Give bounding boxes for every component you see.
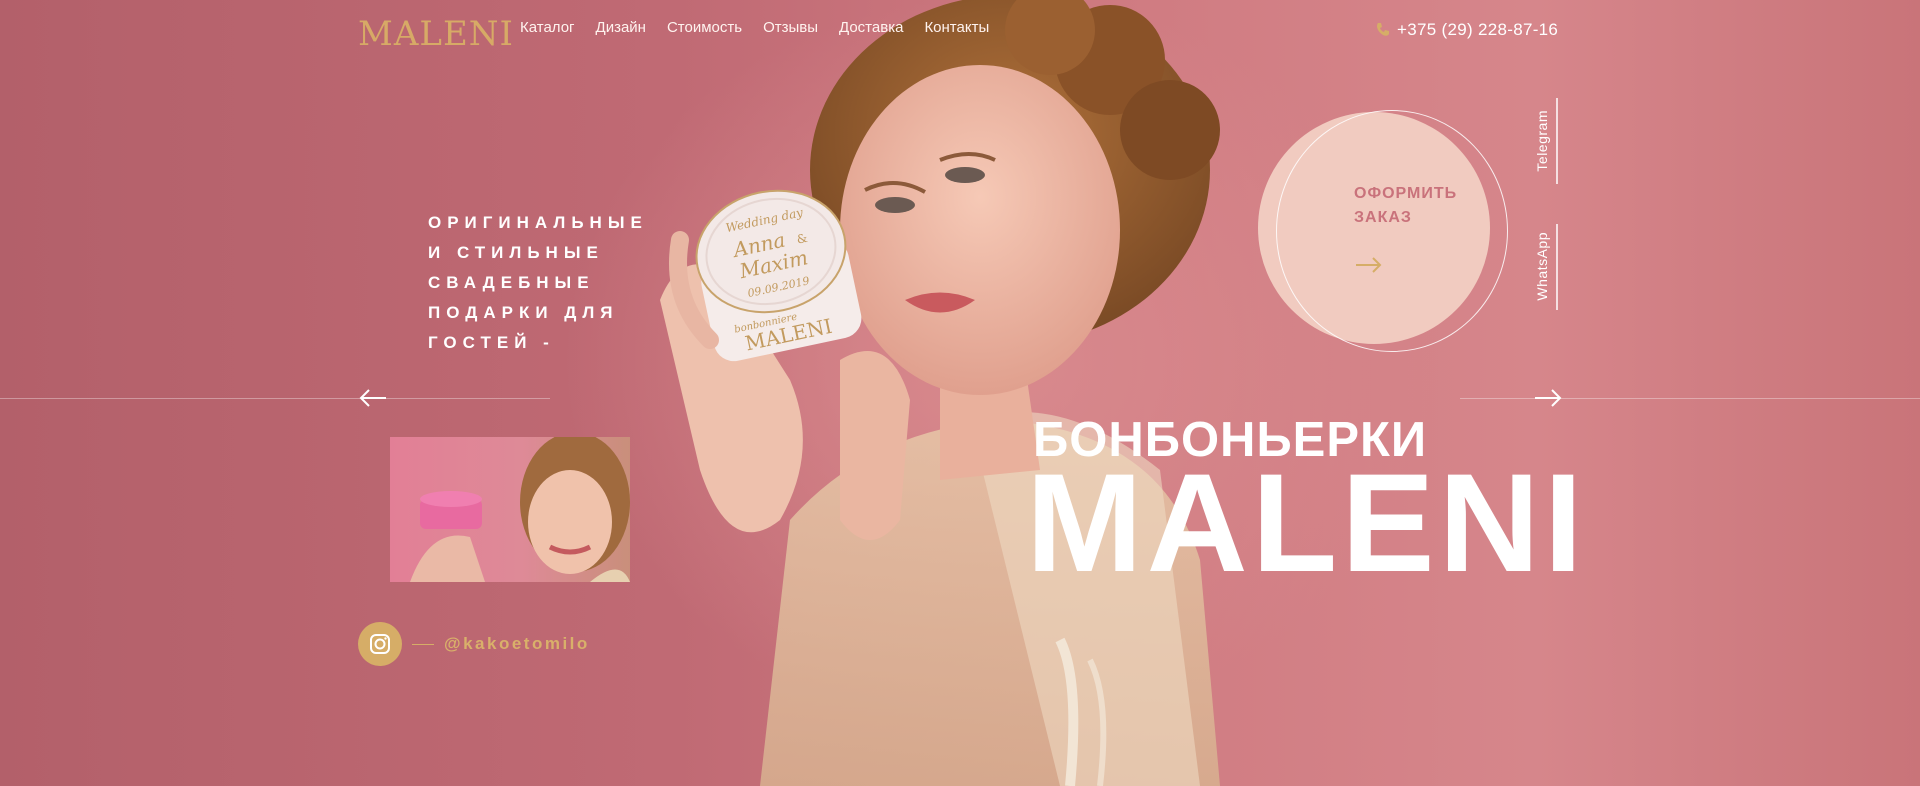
next-slide-button[interactable] bbox=[1533, 386, 1563, 410]
main-nav: Каталог Дизайн Стоимость Отзывы Доставка… bbox=[520, 19, 989, 36]
order-ring bbox=[1276, 110, 1508, 352]
order-label-line2: ЗАКАЗ bbox=[1354, 209, 1412, 226]
instagram-handle[interactable]: @kakoetomilo bbox=[444, 634, 590, 654]
nav-item-delivery[interactable]: Доставка bbox=[839, 19, 903, 36]
whatsapp-bar bbox=[1556, 224, 1558, 310]
hero-model-image: Wedding day Anna & Maxim 09.09.2019 bonb… bbox=[660, 0, 1220, 786]
order-cta[interactable]: ОФОРМИТЬ ЗАКАЗ bbox=[1258, 110, 1508, 355]
order-label-line1: ОФОРМИТЬ bbox=[1354, 185, 1458, 202]
hero-section: Wedding day Anna & Maxim 09.09.2019 bonb… bbox=[0, 0, 1920, 786]
instagram-dash bbox=[412, 643, 434, 645]
instagram-link[interactable]: @kakoetomilo bbox=[358, 622, 590, 666]
telegram-bar bbox=[1556, 98, 1558, 184]
instagram-button[interactable] bbox=[358, 622, 402, 666]
phone-number: +375 (29) 228-87-16 bbox=[1397, 20, 1559, 39]
whatsapp-link[interactable]: WhatsApp bbox=[1534, 232, 1550, 301]
slide-thumbnail[interactable] bbox=[390, 437, 630, 582]
hero-tagline: Оригинальные и стильные свадебные подарк… bbox=[428, 213, 648, 352]
divider-right bbox=[1460, 398, 1920, 399]
nav-item-price[interactable]: Стоимость bbox=[667, 19, 742, 36]
thumbnail-image bbox=[410, 437, 630, 582]
nav-item-design[interactable]: Дизайн bbox=[596, 19, 646, 36]
nav-item-contacts[interactable]: Контакты bbox=[924, 19, 989, 36]
phone-icon bbox=[1377, 23, 1389, 36]
arrow-left-icon bbox=[359, 389, 386, 407]
order-button[interactable]: ОФОРМИТЬ ЗАКАЗ bbox=[1354, 182, 1474, 230]
nav-item-catalog[interactable]: Каталог bbox=[520, 19, 575, 36]
site-logo[interactable]: MALENI bbox=[358, 14, 514, 54]
header-phone[interactable]: +375 (29) 228-87-16 bbox=[1375, 20, 1558, 40]
arrow-right-icon[interactable] bbox=[1354, 255, 1384, 275]
nav-item-reviews[interactable]: Отзывы bbox=[763, 19, 818, 36]
instagram-icon bbox=[370, 634, 390, 654]
prev-slide-button[interactable] bbox=[358, 386, 388, 410]
telegram-link[interactable]: Telegram bbox=[1534, 110, 1550, 172]
hero-title: MALENI bbox=[1026, 444, 1587, 601]
arrow-right-icon bbox=[1535, 389, 1562, 407]
divider-left bbox=[0, 398, 550, 399]
